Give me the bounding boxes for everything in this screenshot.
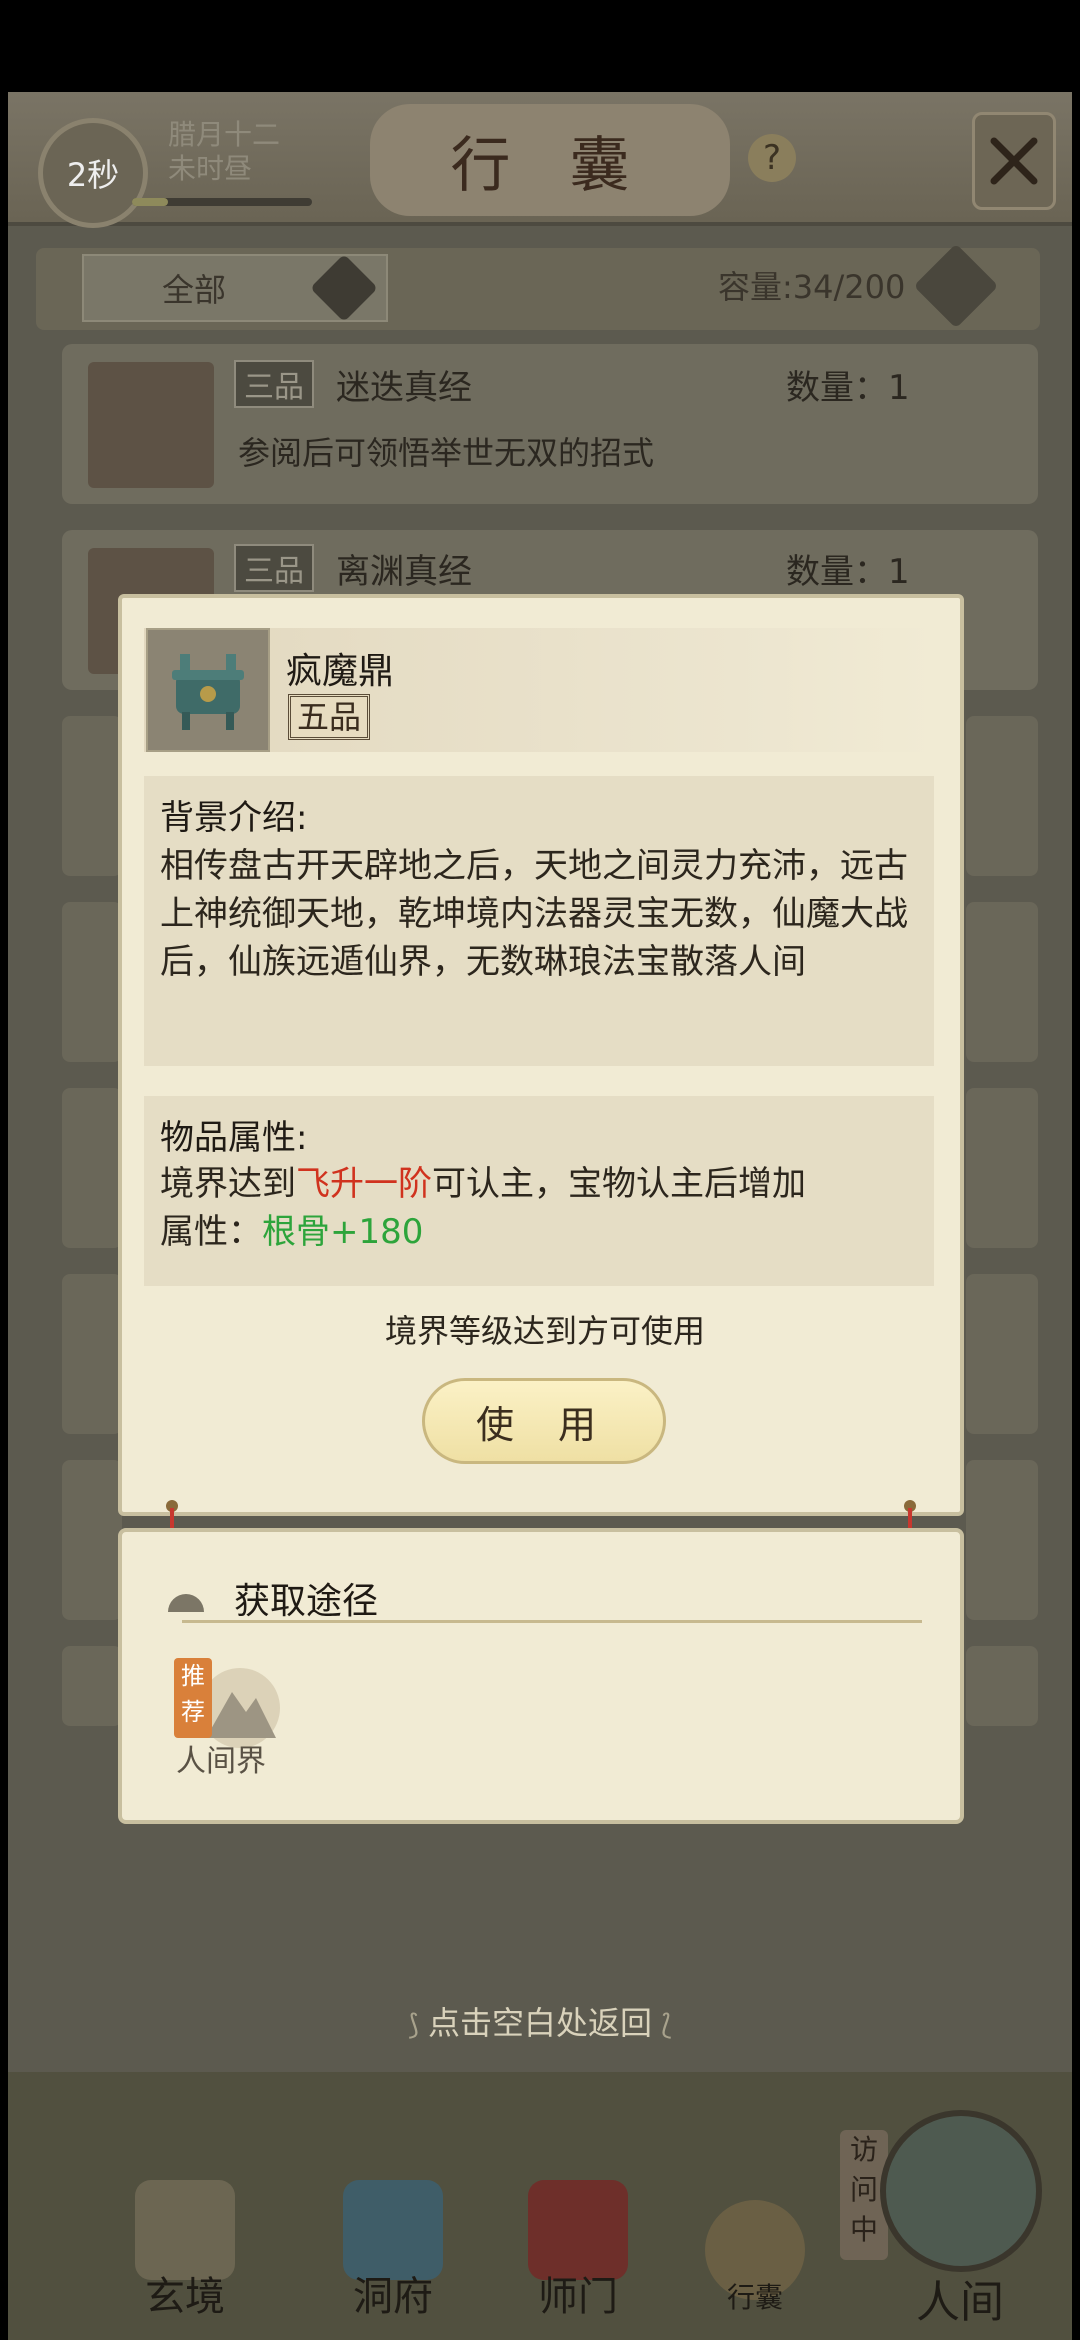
nav-label: 玄境: [145, 2274, 225, 2320]
nav-shimen[interactable]: 师门: [503, 2180, 653, 2330]
item-name: 离渊真经: [336, 552, 472, 592]
item-detail-popup: 疯魔鼎 五品 背景介绍: 相传盘古开天辟地之后，天地之间灵力充沛，远古上神统御天…: [118, 594, 964, 1516]
attribute-text: 境界达到飞升一阶可认主，宝物认主后增加属性：根骨+180: [160, 1160, 920, 1256]
filter-selected-label: 全部: [162, 271, 227, 309]
nav-label: 洞府: [353, 2274, 433, 2320]
time-progress-fill: [132, 198, 168, 206]
attribute-suffix: 可认主，宝物认主后增加: [432, 1164, 806, 1204]
inventory-row-edge: [62, 1274, 122, 1434]
date-line-1: 腊月十二: [168, 118, 281, 151]
hint-text: 点击空白处返回: [427, 2004, 652, 2042]
countdown-timer: 2秒: [38, 118, 148, 228]
swirl-right-icon: ⟅: [652, 2008, 672, 2041]
inventory-row-edge: [62, 716, 122, 876]
close-button[interactable]: [972, 112, 1056, 210]
inventory-row-edge: [966, 1646, 1038, 1726]
source-world-button[interactable]: 推荐 人间界: [174, 1658, 284, 1779]
item-quantity: 数量：1: [786, 552, 910, 592]
capacity-label: 容量:34/200: [718, 268, 906, 306]
date-line-2: 未时昼: [168, 152, 253, 185]
attribute-bonus: 根骨+180: [262, 1212, 424, 1252]
nav-label: 人间: [916, 2277, 1004, 2328]
section-bullet-icon: [168, 1594, 204, 1612]
nav-xingnang[interactable]: 行囊: [690, 2200, 820, 2330]
nav-dongfu[interactable]: 洞府: [318, 2180, 468, 2330]
category-filter-dropdown[interactable]: 全部: [82, 254, 388, 322]
inventory-row-edge: [62, 1460, 122, 1620]
divider: [182, 1620, 922, 1623]
recommend-badge: 推荐: [174, 1658, 212, 1738]
inventory-row-edge: [966, 1274, 1038, 1434]
tap-to-return-hint[interactable]: ⟆ 点击空白处返回 ⟅: [0, 1998, 1080, 2044]
landscape-icon: [880, 2110, 1042, 2272]
nav-xuanjing[interactable]: 玄境: [110, 2180, 260, 2330]
chevron-down-icon: [310, 254, 378, 322]
attribute-title: 物品属性:: [160, 1118, 308, 1158]
attribute-label: 属性：: [160, 1212, 262, 1252]
inventory-row-edge: [62, 1088, 122, 1248]
page-title: 行 囊: [370, 104, 730, 216]
item-grade-badge: 五品: [288, 694, 371, 740]
nav-label: 行囊: [726, 2281, 783, 2314]
background-section: 背景介绍: 相传盘古开天辟地之后，天地之间灵力充沛，远古上神统御天地，乾坤境内法…: [144, 776, 934, 1066]
item-grade-badge: 三品: [234, 360, 314, 408]
acquisition-source-panel: 获取途径 推荐 人间界: [118, 1528, 964, 1824]
cauldron-icon: [172, 654, 244, 730]
item-thumbnail: [146, 628, 270, 752]
inventory-row[interactable]: 三品 迷迭真经 数量：1 参阅后可领悟举世无双的招式: [62, 344, 1038, 504]
inventory-row-edge: [966, 716, 1038, 876]
nav-label: 师门: [538, 2274, 618, 2320]
item-description: 参阅后可领悟举世无双的招式: [238, 434, 655, 472]
help-button[interactable]: ?: [748, 134, 796, 182]
nav-renjian[interactable]: 人间: [860, 2110, 1060, 2330]
time-progress-bar: [132, 198, 312, 206]
inventory-row-edge: [62, 902, 122, 1062]
item-grade-badge: 三品: [234, 544, 314, 592]
background-title: 背景介绍:: [160, 798, 308, 838]
source-world-name: 人间界: [176, 1744, 266, 1779]
required-realm: 飞升一阶: [296, 1164, 432, 1204]
use-button[interactable]: 使 用: [422, 1378, 666, 1464]
usage-requirement: 境界等级达到方可使用: [384, 1312, 705, 1350]
close-x-icon: [990, 137, 1038, 185]
scripture-book-icon: [88, 362, 214, 488]
inventory-row-edge: [62, 1646, 122, 1726]
screen: 2秒 腊月十二 未时昼 行 囊 ? 全部 容量:34/200 三品 迷迭真经 数…: [0, 0, 1080, 2340]
item-name: 疯魔鼎: [286, 651, 395, 692]
attribute-section: 物品属性: 境界达到飞升一阶可认主，宝物认主后增加属性：根骨+180: [144, 1096, 934, 1286]
source-title: 获取途径: [234, 1581, 379, 1622]
item-quantity: 数量：1: [786, 368, 910, 408]
inventory-row-edge: [966, 1088, 1038, 1248]
item-name: 迷迭真经: [336, 368, 472, 408]
attribute-prefix: 境界达到: [160, 1164, 296, 1204]
inventory-row-edge: [966, 902, 1038, 1062]
game-date: 腊月十二 未时昼: [168, 118, 280, 186]
inventory-row-edge: [966, 1460, 1038, 1620]
background-text: 相传盘古开天辟地之后，天地之间灵力充沛，远古上神统御天地，乾坤境内法器灵宝无数，…: [160, 846, 908, 982]
swirl-left-icon: ⟆: [408, 2008, 428, 2041]
